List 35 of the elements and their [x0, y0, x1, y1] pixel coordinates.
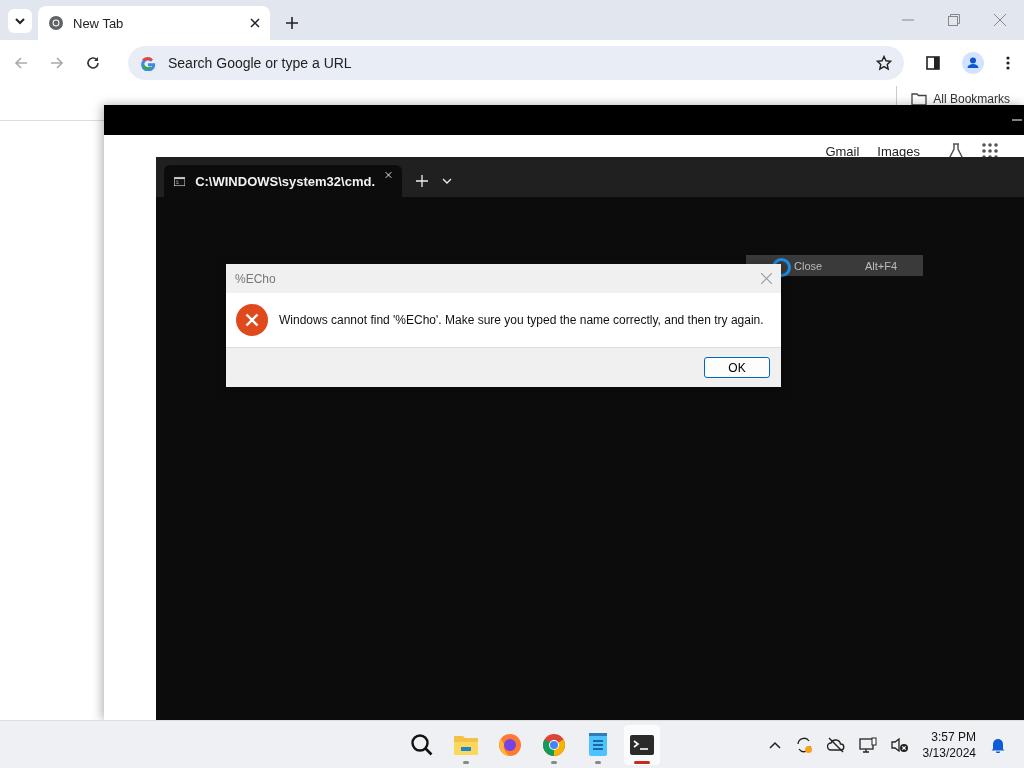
side-panel-icon[interactable] [926, 56, 940, 70]
close-icon[interactable] [250, 18, 260, 28]
show-hidden-icons-icon[interactable] [768, 741, 781, 749]
address-bar[interactable]: Search Google or type a URL [128, 46, 904, 80]
chrome-icon [48, 15, 64, 31]
profile-icon[interactable] [962, 52, 984, 74]
tab-search-button[interactable] [8, 9, 32, 33]
sync-icon[interactable] [794, 736, 813, 754]
browser-tab[interactable]: New Tab [38, 6, 270, 40]
command-prompt-icon [174, 174, 186, 188]
google-icon [140, 55, 156, 71]
bookmarks-label[interactable]: All Bookmarks [933, 92, 1010, 106]
volume-muted-icon[interactable] [890, 737, 909, 753]
dialog-title: %ECho [235, 271, 276, 286]
close-icon[interactable] [385, 169, 392, 180]
folder-icon[interactable] [911, 92, 928, 106]
apps-grid-icon[interactable] [982, 143, 998, 159]
cloud-offline-icon[interactable] [826, 737, 845, 753]
error-icon [236, 304, 268, 336]
clock[interactable]: 3:57 PM 3/13/2024 [922, 729, 976, 761]
menu-icon[interactable] [1006, 56, 1010, 70]
caret-icon [14, 17, 26, 25]
terminal-taskbar-icon[interactable] [624, 725, 660, 765]
new-tab-icon[interactable] [286, 17, 298, 29]
ok-button[interactable]: OK [704, 357, 770, 378]
header-link[interactable]: Gmail [825, 143, 860, 159]
reload-icon[interactable] [86, 56, 100, 70]
bell-icon[interactable] [990, 737, 1006, 753]
terminal-tab[interactable]: C:\WINDOWS\system32\cmd. [164, 165, 402, 197]
dropdown-icon[interactable] [442, 178, 452, 184]
restore-icon[interactable] [948, 14, 960, 26]
star-icon[interactable] [876, 55, 892, 71]
error-message: Windows cannot find '%ECho'. Make sure you typed the name correctly, and then try again. [279, 313, 764, 327]
network-icon[interactable] [858, 737, 877, 753]
header-link[interactable]: Images [877, 143, 920, 159]
